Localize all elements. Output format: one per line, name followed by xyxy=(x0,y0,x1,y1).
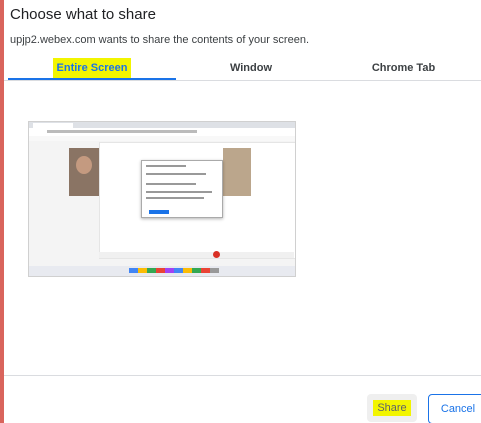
cancel-button[interactable]: Cancel xyxy=(428,394,481,423)
preview-face xyxy=(76,156,92,174)
tab-chrome-tab-label: Chrome Tab xyxy=(371,62,436,74)
preview-popup-line xyxy=(146,191,212,193)
preview-bookmarks-bar xyxy=(29,136,295,141)
tab-entire-screen-label: Entire Screen xyxy=(52,58,132,78)
preview-popup-button xyxy=(149,210,169,214)
preview-taskbar-icons xyxy=(129,268,219,273)
tab-entire-screen[interactable]: Entire Screen xyxy=(8,58,176,78)
preview-popup-line xyxy=(146,197,204,199)
tab-chrome-tab[interactable]: Chrome Tab xyxy=(326,58,481,78)
footer-divider xyxy=(4,375,481,376)
preview-meeting-controls xyxy=(99,252,294,258)
preview-video-tile-right xyxy=(223,148,251,196)
preview-popup-line xyxy=(146,183,196,185)
preview-popup-line xyxy=(146,173,206,175)
screen-preview-thumbnail[interactable] xyxy=(28,121,296,277)
active-tab-indicator xyxy=(8,78,176,80)
dialog-title: Choose what to share xyxy=(10,6,156,23)
share-button[interactable]: Share xyxy=(367,394,417,422)
preview-url-text xyxy=(47,130,197,133)
tab-window-label: Window xyxy=(229,62,273,74)
share-dialog: Choose what to share upjp2.webex.com wan… xyxy=(4,0,481,423)
dialog-subtitle: upjp2.webex.com wants to share the conte… xyxy=(10,34,309,46)
tab-window[interactable]: Window xyxy=(176,58,326,78)
preview-end-call-icon xyxy=(213,251,220,258)
preview-popup-line xyxy=(146,165,186,167)
share-button-label: Share xyxy=(373,400,411,416)
share-source-tabs: Entire Screen Window Chrome Tab xyxy=(4,58,481,81)
